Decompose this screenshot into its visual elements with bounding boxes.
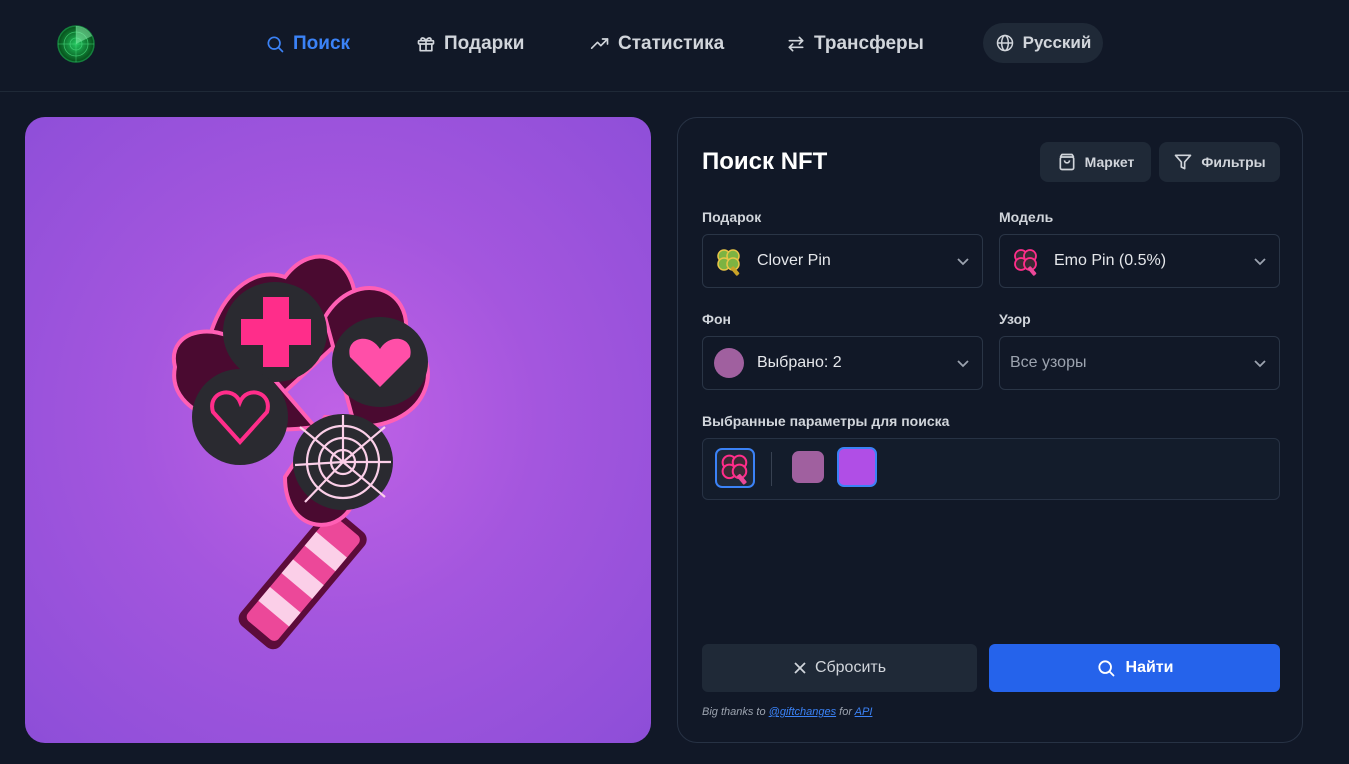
nav-statistics[interactable]: Статистика [590, 28, 724, 60]
nft-preview [25, 117, 651, 743]
gift-select-value: Clover Pin [757, 252, 831, 269]
nav-search[interactable]: Поиск [265, 28, 350, 60]
selected-model-chip[interactable] [715, 448, 755, 488]
model-select[interactable]: Emo Pin (0.5%) [999, 234, 1280, 288]
find-button[interactable]: Найти [989, 644, 1280, 692]
filters-button[interactable]: Фильтры [1159, 142, 1280, 182]
chip-divider [771, 452, 772, 486]
reset-button[interactable]: Сбросить [702, 644, 977, 692]
pattern-field-label: Узор [999, 311, 1031, 327]
gift-field-label: Подарок [702, 209, 762, 225]
gift-select[interactable]: Clover Pin [702, 234, 983, 288]
model-select-value: Emo Pin (0.5%) [1054, 252, 1167, 269]
search-icon [1097, 660, 1114, 677]
filters-label: Фильтры [1201, 154, 1266, 170]
panel-title: Поиск NFT [702, 148, 828, 175]
background-select[interactable]: Выбрано: 2 [702, 336, 983, 390]
nav-transfers[interactable]: Трансферы [786, 28, 924, 60]
close-icon [794, 662, 806, 674]
globe-icon [996, 34, 1013, 52]
emo-pin-icon [721, 454, 748, 485]
search-icon [267, 36, 284, 53]
model-field-label: Модель [999, 209, 1054, 225]
selected-params-box [702, 438, 1280, 500]
top-header: Поиск Подарки Статистика Трансферы Русск… [0, 0, 1349, 92]
nav-transfers-label: Трансферы [814, 33, 924, 54]
transfer-arrows-icon [788, 36, 804, 52]
selected-background-chip[interactable] [792, 451, 824, 483]
shopping-bag-icon [1059, 153, 1075, 171]
language-label: Русский [1022, 33, 1092, 52]
credits-middle: for [839, 706, 852, 718]
pattern-select[interactable]: Все узоры [999, 336, 1280, 390]
market-label: Маркет [1084, 154, 1135, 170]
clover-pin-image [171, 254, 430, 650]
reset-label: Сбросить [814, 659, 887, 676]
pattern-select-placeholder: Все узоры [1010, 354, 1087, 371]
giftchanges-link[interactable]: @giftchanges [769, 706, 836, 718]
nav-search-label: Поиск [293, 33, 351, 54]
credits-prefix: Big thanks to [702, 706, 766, 718]
color-swatch-icon [714, 348, 744, 378]
background-field-label: Фон [702, 311, 731, 327]
credits-text: Big thanks to @giftchanges for API [702, 706, 872, 718]
api-link[interactable]: API [855, 706, 873, 718]
language-button[interactable]: Русский [983, 23, 1103, 63]
chevron-down-icon [1254, 360, 1266, 368]
radar-logo-icon[interactable] [56, 24, 96, 64]
search-panel: Поиск NFT Маркет Фильтры Подарок Clover … [677, 117, 1303, 743]
filter-icon [1175, 154, 1192, 170]
nav-gifts-label: Подарки [444, 33, 525, 54]
selected-background-chip[interactable] [837, 447, 877, 487]
selected-params-label: Выбранные параметры для поиска [702, 413, 950, 429]
chevron-down-icon [957, 360, 969, 368]
gift-icon [417, 37, 435, 52]
emo-pin-icon [1014, 249, 1037, 276]
nav-gifts[interactable]: Подарки [416, 28, 524, 60]
nav-statistics-label: Статистика [618, 33, 725, 54]
chevron-down-icon [1254, 258, 1266, 266]
find-label: Найти [1125, 659, 1174, 676]
market-button[interactable]: Маркет [1040, 142, 1151, 182]
background-select-value: Выбрано: 2 [757, 354, 842, 371]
clover-pin-icon [717, 249, 740, 276]
chevron-down-icon [957, 258, 969, 266]
trending-up-icon [590, 38, 609, 50]
